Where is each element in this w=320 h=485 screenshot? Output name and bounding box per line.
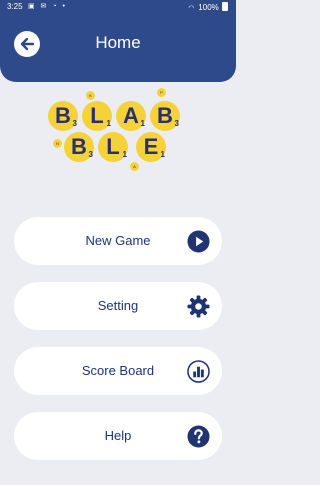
tile-score: 1	[160, 150, 165, 159]
score-board-button[interactable]: Score Board	[14, 347, 222, 395]
new-game-button[interactable]: New Game	[14, 217, 222, 265]
help-button[interactable]: Help	[14, 412, 222, 460]
app-header: 3:25 ▣ ✉ ◔ • ◜◝ 100% Home	[0, 0, 236, 82]
help-icon	[187, 425, 210, 448]
status-right: ◜◝ 100%	[189, 2, 228, 12]
logo-tile: A 1	[116, 101, 146, 131]
logo-tile: L 1	[98, 132, 128, 162]
tile-score: 3	[174, 119, 179, 128]
logo-tile: B 3	[48, 101, 78, 131]
logo-small-tile: N	[53, 139, 62, 148]
play-icon	[187, 230, 210, 253]
wifi-icon: ◜◝	[188, 5, 195, 12]
tile-score: 1	[140, 119, 145, 128]
logo-tile: B 3	[64, 132, 94, 162]
notification-icons: ▣ ✉ ◔ •	[28, 3, 67, 10]
logo-small-tile: A	[130, 162, 139, 171]
tile-score: 3	[72, 119, 77, 128]
logo-tile: L 1	[82, 101, 112, 131]
battery-icon	[222, 2, 228, 11]
gear-icon	[187, 295, 210, 318]
tile-score: 1	[122, 150, 127, 159]
page-title: Home	[95, 33, 141, 52]
status-time: 3:25	[7, 2, 23, 11]
logo-small-tile: K	[86, 91, 95, 100]
tile-score: 3	[88, 150, 93, 159]
logo-tile: E 1	[136, 132, 166, 162]
status-bar: 3:25 ▣ ✉ ◔ • ◜◝ 100%	[0, 0, 236, 14]
battery-level: 100%	[198, 3, 219, 12]
logo-tile: B 3	[150, 101, 180, 131]
leaderboard-icon	[187, 360, 210, 383]
logo-small-tile: P	[157, 88, 166, 97]
blabble-logo: K P N A B 3 L 1 A 1 B 3 B 3 L 1 E 1	[44, 88, 194, 174]
setting-button[interactable]: Setting	[14, 282, 222, 330]
tile-score: 1	[106, 119, 111, 128]
